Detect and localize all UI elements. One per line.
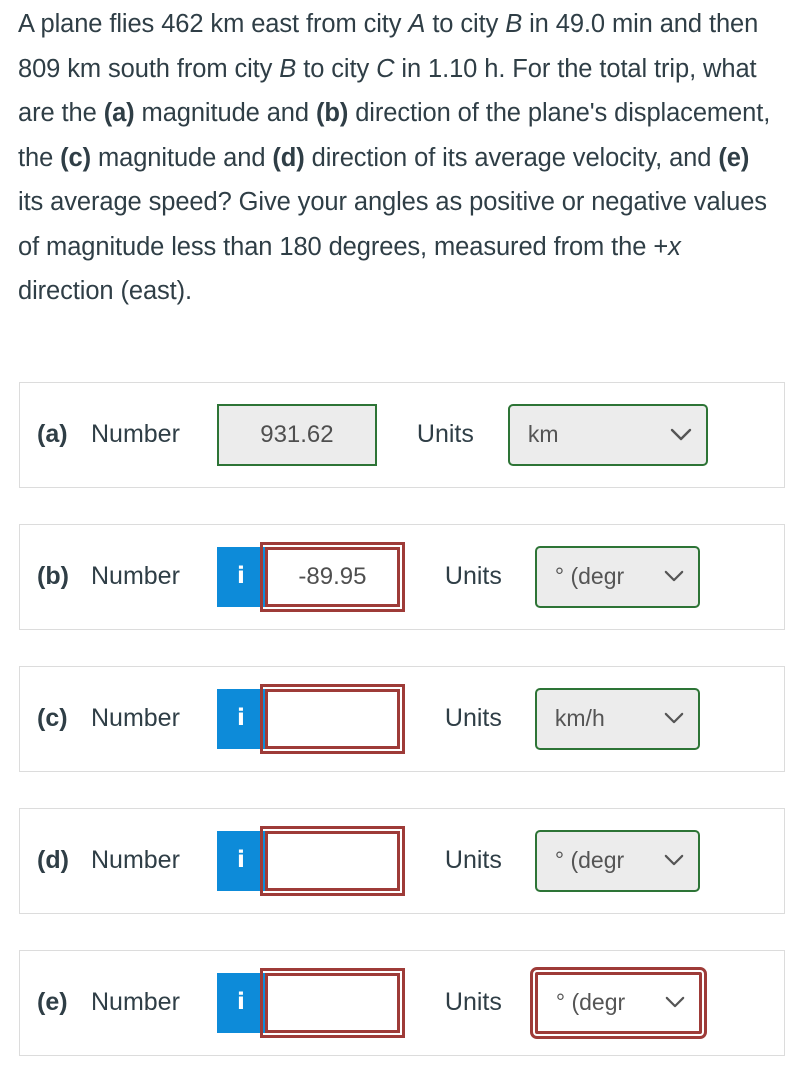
- answer-row-e: (e) Number i Units ° (degr: [19, 949, 785, 1056]
- question-text-run: magnitude and: [134, 99, 316, 127]
- question-statement: A plane flies 462 km east from city A to…: [0, 0, 788, 314]
- question-text-run: direction (east).: [18, 277, 193, 305]
- number-input-c[interactable]: [259, 683, 405, 754]
- answer-rows-container: (a) Number 931.62 Units km (b) Number i …: [0, 381, 788, 1056]
- row-label-d: (d): [37, 846, 69, 874]
- question-text-run: A: [408, 10, 426, 38]
- units-label-a: Units: [416, 420, 474, 448]
- row-label-a: (a): [37, 420, 68, 448]
- units-select-d[interactable]: ° (degr: [534, 829, 700, 892]
- info-icon-button-d[interactable]: i: [216, 830, 265, 891]
- question-text-run: to city: [425, 10, 506, 38]
- chevron-down-icon: [664, 570, 684, 583]
- units-select-value-e: ° (degr: [555, 989, 626, 1015]
- number-label-a: Number: [91, 420, 180, 448]
- number-field-group-b: i -89.95: [216, 541, 405, 612]
- chevron-down-icon: [665, 996, 685, 1009]
- info-icon: i: [236, 563, 245, 589]
- chevron-down-icon: [664, 712, 684, 725]
- question-text-run: (a): [103, 99, 135, 127]
- question-text-run: B: [505, 10, 523, 38]
- info-icon-button-e[interactable]: i: [216, 972, 265, 1033]
- info-icon-button-c[interactable]: i: [216, 688, 265, 749]
- number-field-group-e: i: [216, 967, 405, 1038]
- question-text-run: C: [376, 54, 395, 83]
- units-select-value-a: km: [527, 421, 559, 447]
- number-field-group-c: i: [216, 683, 405, 754]
- question-text-run: to city: [296, 54, 377, 83]
- units-select-value-d: ° (degr: [554, 847, 625, 873]
- row-label-c: (c): [37, 704, 68, 732]
- number-input-b[interactable]: -89.95: [259, 541, 405, 612]
- number-input-a[interactable]: 931.62: [216, 403, 377, 466]
- number-label-b: Number: [91, 562, 180, 590]
- question-text-run: magnitude and: [91, 143, 273, 172]
- info-icon: i: [236, 705, 245, 731]
- number-label-e: Number: [91, 988, 180, 1016]
- units-label-c: Units: [444, 704, 502, 732]
- number-input-e[interactable]: [259, 967, 405, 1038]
- row-label-b: (b): [37, 562, 69, 590]
- chevron-down-icon: [664, 854, 684, 867]
- question-text-run: (e): [718, 143, 750, 172]
- units-select-c[interactable]: km/h: [534, 687, 700, 750]
- units-select-a[interactable]: km: [507, 403, 708, 466]
- answer-row-c: (c) Number i Units km/h: [19, 665, 785, 772]
- question-text-run: its average speed? Give your angles as p…: [18, 188, 767, 261]
- units-label-b: Units: [444, 562, 502, 590]
- info-icon: i: [236, 847, 245, 873]
- units-select-value-b: ° (degr: [554, 563, 625, 589]
- units-select-b[interactable]: ° (degr: [534, 545, 700, 608]
- units-label-d: Units: [444, 846, 502, 874]
- units-label-e: Units: [444, 988, 502, 1016]
- question-text-run: (c): [60, 143, 92, 172]
- question-text-run: B: [279, 54, 297, 83]
- answer-row-d: (d) Number i Units ° (degr: [19, 807, 785, 914]
- number-input-d[interactable]: [259, 825, 405, 896]
- question-text-run: x: [668, 232, 681, 261]
- number-label-c: Number: [91, 704, 180, 732]
- answer-row-a: (a) Number 931.62 Units km: [19, 381, 785, 488]
- units-select-value-c: km/h: [554, 705, 605, 731]
- info-icon-button-b[interactable]: i: [216, 546, 265, 607]
- chevron-down-icon: [670, 428, 692, 442]
- question-text-run: A plane flies 462 km east from city: [18, 10, 409, 38]
- row-label-e: (e): [37, 988, 68, 1016]
- number-field-group-a: 931.62: [216, 403, 377, 466]
- units-select-e[interactable]: ° (degr: [529, 966, 707, 1039]
- number-field-group-d: i: [216, 825, 405, 896]
- answer-row-b: (b) Number i -89.95 Units ° (degr: [19, 523, 785, 630]
- question-text-run: (d): [272, 143, 305, 172]
- number-label-d: Number: [91, 846, 180, 874]
- question-text-run: (b): [315, 99, 349, 127]
- question-text-run: direction of its average velocity, and: [304, 143, 719, 172]
- info-icon: i: [236, 989, 245, 1015]
